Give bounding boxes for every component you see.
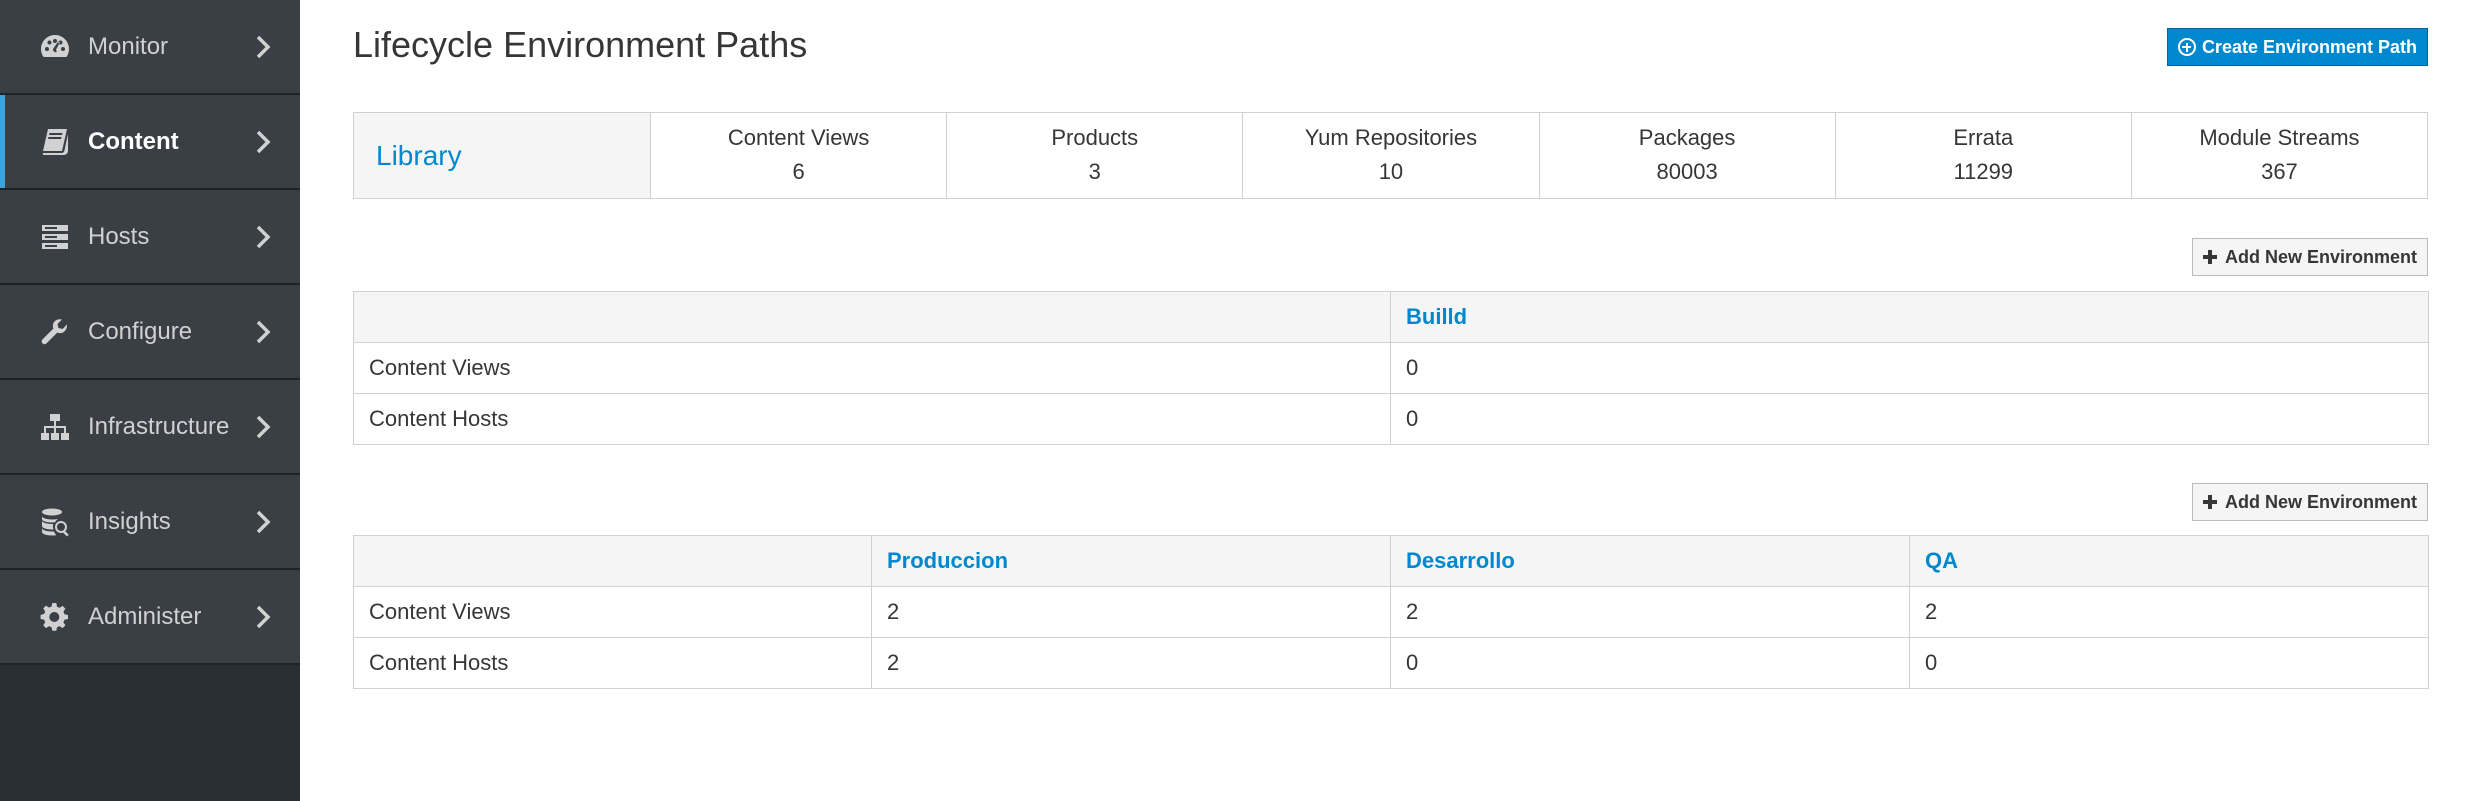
stat-yum-repositories: Yum Repositories 10 <box>1243 113 1540 198</box>
nav-item-infrastructure[interactable]: Infrastructure <box>0 380 300 475</box>
stat-value: 367 <box>2261 159 2298 184</box>
row-label: Content Views <box>353 586 872 638</box>
chevron-right-icon <box>254 604 272 630</box>
create-button-label: Create Environment Path <box>2201 36 2417 57</box>
environment-path-table: Builld Content Views 0 Content Hosts 0 <box>353 291 2429 445</box>
plus-icon <box>2202 495 2217 509</box>
gear-icon <box>38 600 72 634</box>
table-row: Content Hosts 0 <box>353 393 2429 445</box>
environment-link-builld[interactable]: Builld <box>1390 291 2429 343</box>
environment-link-qa[interactable]: QA <box>1909 535 2429 587</box>
environment-link-desarrollo[interactable]: Desarrollo <box>1390 535 1910 587</box>
nav-item-configure[interactable]: Configure <box>0 285 300 380</box>
table-row: Content Hosts 2 0 0 <box>353 637 2429 689</box>
stat-value: 11299 <box>1953 159 2014 184</box>
stat-module-streams: Module Streams 367 <box>2132 113 2427 198</box>
chevron-right-icon <box>254 34 272 60</box>
table-cell: 2 <box>871 637 1391 689</box>
table-row: Content Views 2 2 2 <box>353 586 2429 638</box>
book-icon <box>38 125 72 159</box>
environment-path-table: Produccion Desarrollo QA Content Views 2… <box>353 535 2429 689</box>
page-title: Lifecycle Environment Paths <box>353 24 808 65</box>
stat-value: 10 <box>1378 159 1404 184</box>
server-icon <box>38 220 72 254</box>
add-env-label: Add New Environment <box>2224 491 2417 512</box>
table-cell: 2 <box>871 586 1391 638</box>
stat-value: 3 <box>1088 159 1101 184</box>
nav-item-monitor[interactable]: Monitor <box>0 0 300 95</box>
create-environment-path-button[interactable]: Create Environment Path <box>2166 28 2428 66</box>
chevron-right-icon <box>254 129 272 155</box>
nav-label-configure: Configure <box>88 317 193 345</box>
nav-label-hosts: Hosts <box>88 222 150 250</box>
nav-label-insights: Insights <box>88 507 171 535</box>
stat-content-views: Content Views 6 <box>651 113 948 198</box>
stat-errata: Errata 11299 <box>1836 113 2132 198</box>
stat-value: 80003 <box>1656 159 1718 184</box>
table-header-row: Builld <box>353 291 2429 343</box>
table-header-row: Produccion Desarrollo QA <box>353 535 2429 587</box>
table-cell: 2 <box>1390 586 1910 638</box>
nav-label-administer: Administer <box>88 602 202 630</box>
row-label: Content Hosts <box>353 637 872 689</box>
library-summary: Library Content Views 6 Products 3 Yum R… <box>353 112 2428 199</box>
environment-link-produccion[interactable]: Produccion <box>871 535 1391 587</box>
table-cell: 0 <box>1390 637 1910 689</box>
chevron-right-icon <box>254 319 272 345</box>
sidebar-nav: Monitor Content Hosts Configure Infrastr… <box>0 0 300 801</box>
chevron-right-icon <box>254 509 272 535</box>
nav-item-content[interactable]: Content <box>0 95 300 190</box>
stat-label: Products <box>1051 125 1139 150</box>
table-cell: 0 <box>1909 637 2429 689</box>
library-link[interactable]: Library <box>354 113 651 198</box>
stat-packages: Packages 80003 <box>1540 113 1836 198</box>
add-env-label: Add New Environment <box>2224 246 2417 267</box>
nav-label-infrastructure: Infrastructure <box>88 412 230 440</box>
plus-icon <box>2202 250 2217 264</box>
table-row: Content Views 0 <box>353 342 2429 394</box>
stat-label: Module Streams <box>2199 125 2360 150</box>
plus-circle-icon <box>2177 38 2196 56</box>
table-header-empty <box>353 291 1391 343</box>
nav-label-content: Content <box>88 127 179 155</box>
nav-label-monitor: Monitor <box>88 32 169 60</box>
sitemap-icon <box>38 410 72 444</box>
stat-label: Content Views <box>727 125 870 150</box>
stat-label: Errata <box>1953 125 2014 150</box>
chevron-right-icon <box>254 224 272 250</box>
add-new-environment-button[interactable]: Add New Environment <box>2191 483 2428 521</box>
table-header-empty <box>353 535 872 587</box>
stat-products: Products 3 <box>947 113 1244 198</box>
stat-value: 6 <box>792 159 805 184</box>
nav-item-administer[interactable]: Administer <box>0 570 300 665</box>
wrench-icon <box>38 315 72 349</box>
stat-label: Packages <box>1638 125 1736 150</box>
nav-item-insights[interactable]: Insights <box>0 475 300 570</box>
add-new-environment-button[interactable]: Add New Environment <box>2191 238 2428 276</box>
table-cell: 0 <box>1390 342 2429 394</box>
nav-item-hosts[interactable]: Hosts <box>0 190 300 285</box>
stat-label: Yum Repositories <box>1304 125 1478 150</box>
row-label: Content Hosts <box>353 393 1391 445</box>
chevron-right-icon <box>254 414 272 440</box>
row-label: Content Views <box>353 342 1391 394</box>
database-search-icon <box>38 505 72 539</box>
table-cell: 2 <box>1909 586 2429 638</box>
main-content: Lifecycle Environment Paths Create Envir… <box>300 0 2470 801</box>
dashboard-icon <box>38 30 72 64</box>
table-cell: 0 <box>1390 393 2429 445</box>
